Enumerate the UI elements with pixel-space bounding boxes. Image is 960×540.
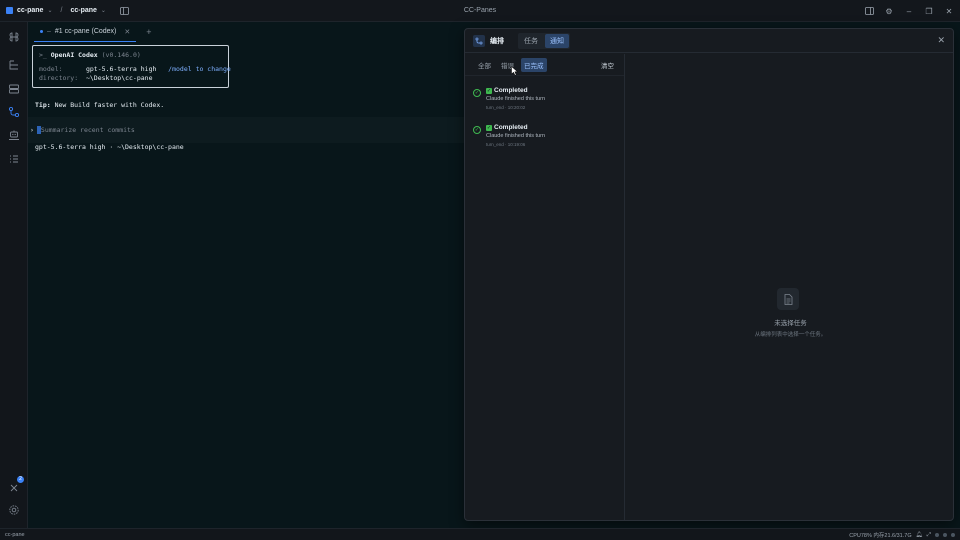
prompt-chevron-icon: >_ [39,51,47,59]
tab-label: #1 cc-pane (Codex) [54,28,117,35]
codex-info-box: >_ OpenAI Codex (v0.146.0) model: gpt-5.… [32,45,231,88]
workspace-selector[interactable]: cc-pane [17,7,43,14]
notification-title: Completed [494,87,528,94]
notification-badge: 2 [17,476,24,483]
tip-text: New Build faster with Codex. [54,101,165,109]
title-bar: cc-pane ⌄ / cc-pane ⌄ CC-Panes ⚙ – ❐ ✕ [0,0,960,22]
tab-codex[interactable]: – #1 cc-pane (Codex) ✕ [34,22,137,42]
empty-state-title: 未选择任务 [774,320,807,327]
expand-icon[interactable]: ⤢ [927,532,931,539]
panel-tabs: 任务 通知 [518,32,570,49]
notification-meta: turn_end · 10:20:02 [486,105,526,110]
codex-version: (v0.146.0) [101,51,141,59]
prompt-placeholder: Summarize recent commits [40,126,135,134]
check-circle-icon: ✓ [473,126,481,134]
settings-gear-icon[interactable] [8,503,20,515]
empty-state-subtitle: 从编排列表中选择一个任务。 [754,332,827,338]
tab-tasks[interactable]: 任务 [519,34,543,48]
model-hint: /model to change [168,65,231,73]
minimize-icon[interactable]: – [904,6,914,16]
document-icon [777,288,799,310]
status-bar: cc-pane CPU78% 内存21.6/31.7G 🔔︎ ⤢ [0,528,960,540]
window-controls: ⚙ – ❐ ✕ [864,0,954,22]
panel-close-icon[interactable]: ✕ [937,35,945,46]
sidebar-toggle-icon[interactable] [120,6,130,16]
panel-header: 编排 任务 通知 ✕ [465,29,953,53]
detail-pane: 未选择任务 从编排列表中选择一个任务。 [626,54,953,520]
notification-title-row: ✓ Completed [486,87,528,94]
command-icon[interactable] [8,30,20,42]
notification-title: Completed [494,124,528,131]
notification-title-row: ✓ Completed [486,124,528,131]
check-circle-icon: ✓ [473,89,481,97]
filter-all[interactable]: 全部 [475,58,494,72]
model-status-line: gpt-5.6-terra high · ~\Desktop\cc-pane [35,143,184,151]
check-box-icon: ✓ [486,124,492,131]
filter-completed[interactable]: 已完成 [521,57,547,72]
codex-name: OpenAI Codex [50,51,98,59]
status-project: cc-pane [5,531,25,538]
bell-icon[interactable]: 🔔︎ [916,532,923,538]
status-dot-icon [943,533,947,537]
app-logo-icon [6,7,13,14]
tab-status-dot [40,30,43,33]
prompt-caret-icon: › [30,126,34,134]
status-dot-icon [935,533,939,537]
mouse-pointer-icon [511,66,519,76]
gear-icon[interactable]: ⚙ [884,6,894,16]
breadcrumb-separator: / [60,7,63,14]
restore-icon[interactable]: ❐ [924,6,934,16]
file-tree-icon[interactable] [8,58,20,70]
panel-title: 编排 [490,37,504,45]
breadcrumb: cc-pane ⌄ / cc-pane ⌄ [0,6,130,16]
notification-body: Claude finished this turn [486,133,546,139]
list-icon[interactable] [8,152,20,164]
app-window: cc-pane ⌄ / cc-pane ⌄ CC-Panes ⚙ – ❐ ✕ 2… [0,0,960,540]
notifications-icon[interactable]: 2 [8,476,24,493]
check-box-icon: ✓ [486,87,492,94]
chevron-down-icon[interactable]: ⌄ [101,7,106,14]
list-item[interactable]: ✓ ✓ Completed Claude finished this turn … [473,123,617,153]
project-selector[interactable]: cc-pane [70,7,96,14]
tab-close-icon[interactable]: ✕ [124,28,130,36]
model-label: model: [39,65,63,73]
status-dot-icon [951,533,955,537]
activity-bar: 2 [0,22,28,528]
notification-list: 全部 错误 已完成 清空 ✓ ✓ Completed Claude finish… [465,54,625,520]
clear-button[interactable]: 清空 [601,60,614,70]
orchestration-panel-icon [473,34,485,47]
directory-value: ~\Desktop\cc-pane [85,74,153,82]
resource-usage: CPU78% 内存21.6/31.7G [849,533,912,539]
database-icon[interactable] [8,82,20,94]
window-title: CC-Panes [463,7,497,14]
prompt-input[interactable]: › Summarize recent commits [28,117,464,143]
panel-layout-icon[interactable] [864,6,874,16]
tab-notifications[interactable]: 通知 [545,33,569,48]
text-cursor [36,126,41,134]
close-icon[interactable]: ✕ [944,6,954,16]
status-right: CPU78% 内存21.6/31.7G 🔔︎ ⤢ [849,529,955,540]
list-item[interactable]: ✓ ✓ Completed Claude finished this turn … [473,86,617,116]
orchestration-panel: 编排 任务 通知 ✕ 全部 错误 已完成 清空 ✓ ✓ Completed Cl… [464,28,954,521]
tab-prefix: – [47,28,51,35]
directory-label: directory: [39,74,79,82]
orchestration-icon[interactable] [8,105,20,118]
model-value: gpt-5.6-terra high [85,65,157,73]
notification-body: Claude finished this turn [486,96,546,102]
chevron-down-icon[interactable]: ⌄ [47,7,52,14]
tip-label: Tip: [35,101,51,109]
agent-icon[interactable] [8,128,20,140]
notification-meta: turn_end · 10:19:06 [486,142,526,147]
new-tab-button[interactable]: + [146,27,151,37]
tip-line: Tip: New Build faster with Codex. [35,101,164,109]
